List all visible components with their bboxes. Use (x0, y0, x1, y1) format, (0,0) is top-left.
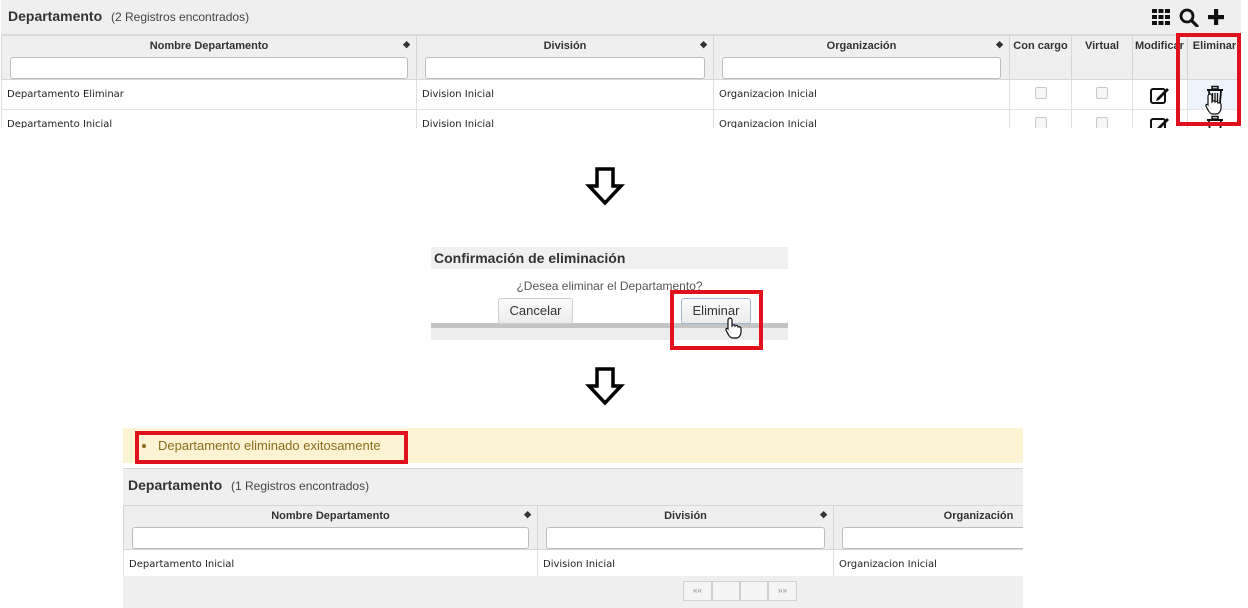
column-label: Con cargo (1013, 40, 1068, 52)
departamento-table: Nombre Departamento ◆ División ◆ Organiz… (1, 35, 1241, 128)
column-label: División (543, 40, 587, 52)
cell-division: Division Inicial (537, 549, 834, 580)
pager-page-button[interactable] (712, 581, 740, 601)
plus-icon[interactable] (1205, 7, 1227, 27)
down-arrow-icon (585, 167, 625, 206)
column-label: Nombre Departamento (271, 510, 390, 522)
sort-icon[interactable]: ◆ (700, 39, 707, 50)
filter-input-organizacion[interactable] (842, 527, 1023, 549)
cell-nombre: Departamento Inicial (123, 549, 538, 580)
cell-nombre: Departamento Inicial (1, 109, 417, 128)
table-row[interactable]: Departamento Eliminar Division Inicial O… (1, 79, 1241, 110)
cell-con-cargo (1009, 109, 1072, 128)
column-header-division[interactable]: División ◆ (537, 505, 834, 550)
pager-bar (123, 576, 1023, 608)
record-count: (2 Registros encontrados) (111, 10, 250, 24)
column-label: Organización (826, 40, 897, 52)
dialog-title: Confirmación de eliminación (431, 247, 788, 269)
panel-header: Departamento (2 Registros encontrados) (1, 0, 1241, 35)
cell-division: Division Inicial (416, 109, 714, 128)
sort-icon[interactable]: ◆ (996, 39, 1003, 50)
table-row[interactable]: Departamento Inicial Division Inicial Or… (123, 549, 1023, 580)
column-header-organizacion[interactable]: Organización (833, 505, 1023, 550)
column-label: Nombre Departamento (149, 40, 269, 52)
highlight-eliminar-column (1176, 33, 1241, 126)
column-label: Virtual (1084, 40, 1120, 52)
cell-organizacion: Organizacion Inicial (713, 109, 1010, 128)
cell-virtual (1071, 79, 1133, 110)
filter-input-division[interactable] (425, 57, 705, 79)
column-header-division[interactable]: División ◆ (416, 35, 714, 80)
cell-division: Division Inicial (416, 79, 714, 110)
panel-title: Departamento (8, 8, 103, 24)
sort-icon[interactable]: ◆ (524, 509, 531, 520)
panel-header: Departamento (1 Registros encontrados) (123, 468, 1023, 506)
edit-icon[interactable] (1149, 85, 1171, 105)
filter-input-nombre[interactable] (10, 57, 408, 79)
column-label: Organización (943, 510, 1014, 522)
virtual-checkbox[interactable] (1096, 87, 1108, 99)
column-label: División (664, 510, 707, 522)
highlight-confirm-button (670, 290, 763, 350)
down-arrow-icon (585, 367, 625, 406)
filter-input-organizacion[interactable] (722, 57, 1001, 79)
panel-title: Departamento (128, 477, 223, 493)
cell-organizacion: Organizacion Inicial (833, 549, 1023, 580)
sort-icon[interactable]: ◆ (820, 509, 827, 520)
departamento-list-panel-result: Departamento (1 Registros encontrados) N… (123, 468, 1023, 608)
con-cargo-checkbox[interactable] (1034, 87, 1047, 99)
search-icon[interactable] (1178, 7, 1200, 27)
column-header-con-cargo: Con cargo (1009, 35, 1072, 80)
column-header-organizacion[interactable]: Organización ◆ (713, 35, 1010, 80)
table-row[interactable]: Departamento Inicial Division Inicial Or… (1, 109, 1241, 129)
con-cargo-checkbox[interactable] (1034, 117, 1047, 128)
edit-icon[interactable] (1149, 115, 1171, 129)
filter-input-division[interactable] (546, 527, 825, 549)
filter-input-nombre[interactable] (132, 527, 529, 549)
pager-last-button[interactable]: »» (768, 581, 797, 601)
cell-organizacion: Organizacion Inicial (713, 79, 1010, 110)
cell-con-cargo (1009, 79, 1072, 110)
highlight-success-message (135, 431, 408, 464)
pager-first-button[interactable]: «« (683, 581, 712, 601)
pager-page-button[interactable] (740, 581, 768, 601)
departamento-list-panel: Departamento (2 Registros encontrados) N… (1, 0, 1241, 128)
virtual-checkbox[interactable] (1096, 117, 1108, 128)
cell-nombre: Departamento Eliminar (1, 79, 417, 110)
column-header-nombre[interactable]: Nombre Departamento ◆ (1, 35, 417, 80)
grid-icon[interactable] (1150, 7, 1172, 27)
cancel-button[interactable]: Cancelar (498, 298, 573, 324)
record-count: (1 Registros encontrados) (231, 479, 370, 493)
departamento-table: Nombre Departamento ◆ División ◆ Organiz… (123, 505, 1023, 580)
column-header-virtual: Virtual (1071, 35, 1133, 80)
sort-icon[interactable]: ◆ (403, 39, 410, 50)
cell-virtual (1071, 109, 1133, 128)
column-header-nombre[interactable]: Nombre Departamento ◆ (123, 505, 538, 550)
